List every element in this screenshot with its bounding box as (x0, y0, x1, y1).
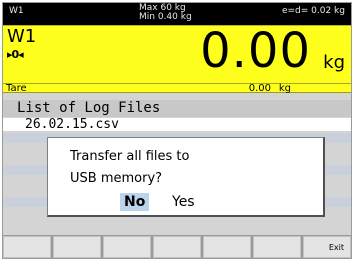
scale-id-label: W1 (9, 6, 24, 16)
tare-label: Tare (6, 83, 27, 94)
dialog-message-line1: Transfer all files to (70, 149, 190, 164)
tare-value: 0.00 (248, 83, 271, 94)
list-title: List of Log Files (3, 100, 351, 117)
softkey-bar: Exit (3, 235, 351, 258)
confirm-dialog: Transfer all files to USB memory? No Yes (47, 137, 325, 217)
exit-button[interactable]: Exit (303, 236, 351, 258)
softkey-1[interactable] (3, 236, 51, 258)
weight-unit: kg (323, 52, 345, 73)
weight-display: W1 ▸0◂ 0.00 kg Tare 0.00 kg (3, 23, 351, 94)
yes-button[interactable]: Yes (168, 193, 199, 211)
min-capacity: Min 0.40 kg (139, 12, 192, 22)
list-item[interactable]: 26.02.15.csv (3, 118, 351, 131)
tare-unit: kg (278, 83, 291, 94)
status-bar: W1 Max 60 kg Min 0.40 kg e=d= 0.02 kg (3, 3, 351, 25)
softkey-4[interactable] (153, 236, 201, 258)
softkey-3[interactable] (103, 236, 151, 258)
softkey-6[interactable] (253, 236, 301, 258)
no-button[interactable]: No (120, 193, 150, 211)
scale-terminal-screen: W1 Max 60 kg Min 0.40 kg e=d= 0.02 kg W1… (2, 2, 352, 259)
weight-value: 0.00 (200, 23, 311, 79)
softkey-5[interactable] (203, 236, 251, 258)
capacity-info: Max 60 kg Min 0.40 kg (139, 4, 192, 22)
tare-bar: Tare 0.00 kg (3, 83, 351, 94)
dialog-message-line2: USB memory? (70, 171, 163, 186)
zero-center-icon: ▸0◂ (7, 48, 24, 61)
resolution-info: e=d= 0.02 kg (281, 6, 345, 16)
weight-scale-id: W1 (7, 26, 37, 47)
softkey-2[interactable] (53, 236, 101, 258)
